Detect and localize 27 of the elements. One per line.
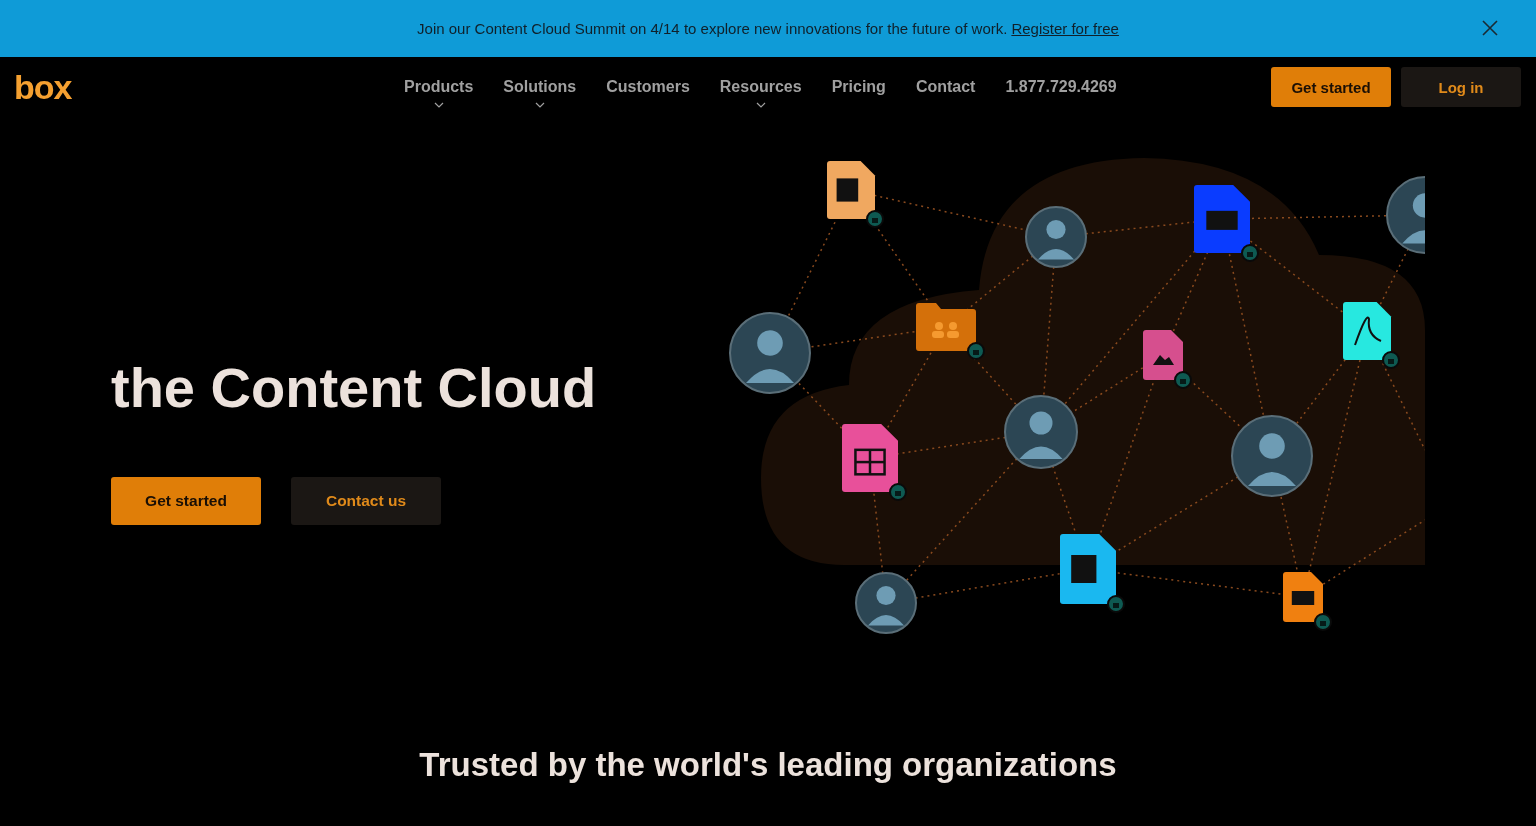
get-started-button[interactable]: Get started [111,477,261,525]
folder-icon [916,303,985,360]
file-icon [1283,572,1332,631]
file-icon [1143,330,1192,389]
announcement-text: Join our Content Cloud Summit on 4/14 to explore new innovations for the future of work. [417,20,1008,37]
nav-link[interactable]: Contact [915,78,976,96]
section-heading: Trusted by the world's leading organizations [419,745,1117,785]
avatar-placeholder [1025,206,1087,268]
avatar-placeholder [855,572,917,634]
nav-link[interactable]: Resources [719,78,802,96]
nav-link[interactable]: Solutions [503,78,577,96]
register-link[interactable]: Register for free [1011,20,1119,37]
contact-button[interactable]: Contact us [291,477,441,525]
file-icon [827,161,884,228]
nav-link[interactable]: 1.877.729.4269 [1005,78,1117,96]
get-started-button[interactable]: Get started [1271,67,1391,107]
close-icon[interactable] [1482,20,1498,36]
file-icon [1060,534,1125,613]
file-icon [1343,302,1400,369]
login-button[interactable]: Log in [1401,67,1521,107]
nav-link[interactable]: Customers [606,78,690,96]
nav-link[interactable]: Products [404,78,474,96]
hero-heading: the Content Cloud [111,355,598,421]
logo[interactable]: box [14,70,344,104]
nav-link[interactable]: Pricing [831,78,886,96]
file-icon [842,424,907,501]
file-icon [1194,185,1259,262]
